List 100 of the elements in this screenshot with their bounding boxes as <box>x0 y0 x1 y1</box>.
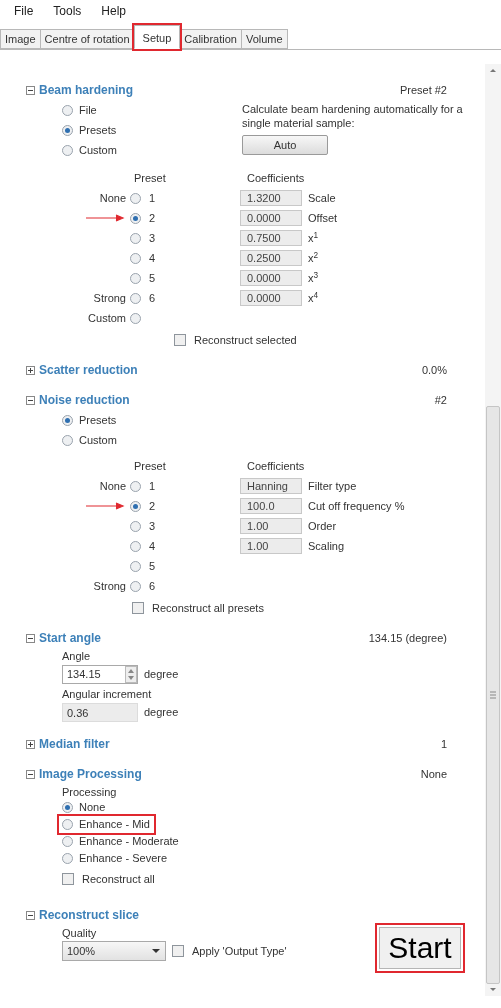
checkbox-label: Reconstruct all presets <box>152 600 264 616</box>
increment-field: 0.36 <box>62 702 138 722</box>
collapse-icon[interactable] <box>26 633 35 643</box>
collapse-icon[interactable] <box>26 910 35 920</box>
coefficient-field[interactable]: 0.7500 <box>240 230 302 246</box>
grip-icon <box>490 691 496 699</box>
menu-item[interactable]: Help <box>101 2 127 20</box>
coefficient-field[interactable]: 0.0000 <box>240 210 302 226</box>
coefficient-label: Order <box>308 518 337 534</box>
coefficient-field[interactable]: 1.3200 <box>240 190 302 206</box>
preset-number: 4 <box>149 250 156 266</box>
radio-button[interactable] <box>130 192 141 204</box>
section-title[interactable]: Start angle <box>39 629 101 647</box>
tab[interactable]: Image <box>0 29 41 49</box>
radio-button[interactable] <box>130 212 141 224</box>
coefficient-field[interactable]: 0.2500 <box>240 250 302 266</box>
menu-item[interactable]: Tools <box>53 2 82 20</box>
preset-label: None <box>99 190 126 206</box>
field-label: Angular increment <box>62 687 153 702</box>
preset-label: Strong <box>93 290 126 306</box>
checkbox-label: Reconstruct selected <box>194 332 297 348</box>
radio-button[interactable] <box>62 144 73 156</box>
preset-number: 2 <box>149 498 156 514</box>
radio-label: Presets <box>79 412 117 428</box>
coefficient-field[interactable]: 1.00 <box>240 518 302 534</box>
column-header: Coefficients <box>246 458 305 474</box>
radio-button[interactable] <box>130 500 141 512</box>
radio-button[interactable] <box>130 272 141 284</box>
preset-number: 4 <box>149 538 156 554</box>
preset-number: 6 <box>149 290 156 306</box>
checkbox[interactable] <box>62 873 74 885</box>
collapse-icon[interactable] <box>26 395 35 405</box>
radio-button[interactable] <box>130 312 141 324</box>
radio-button[interactable] <box>62 802 73 813</box>
auto-button[interactable]: Auto <box>242 135 328 155</box>
field-label: Processing <box>62 785 118 799</box>
radio-button[interactable] <box>62 434 73 446</box>
radio-button[interactable] <box>62 104 73 116</box>
radio-button[interactable] <box>62 414 73 426</box>
preset-number: 5 <box>149 270 156 286</box>
preset-number: 5 <box>149 558 156 574</box>
collapse-icon[interactable] <box>26 85 35 95</box>
coefficient-field[interactable]: 0.0000 <box>240 270 302 286</box>
section-title[interactable]: Reconstruct slice <box>39 906 140 924</box>
tab[interactable]: Calibration <box>179 29 242 49</box>
radio-button[interactable] <box>62 853 73 864</box>
radio-button[interactable] <box>130 292 141 304</box>
section-title[interactable]: Noise reduction <box>39 391 130 409</box>
radio-label: Custom <box>79 432 117 448</box>
coefficient-field[interactable]: 1.00 <box>240 538 302 554</box>
coefficient-field[interactable]: 100.0 <box>240 498 302 514</box>
checkbox[interactable] <box>172 945 184 957</box>
radio-button[interactable] <box>62 836 73 847</box>
quality-dropdown[interactable]: 100% <box>62 941 166 961</box>
preset-number: 2 <box>149 210 156 226</box>
column-header: Preset <box>133 458 164 474</box>
column-header: Preset <box>133 170 164 186</box>
expand-icon[interactable] <box>26 365 35 375</box>
preset-number: 3 <box>149 518 156 534</box>
checkbox[interactable] <box>174 334 186 346</box>
coefficient-label: Filter type <box>308 478 357 494</box>
radio-button[interactable] <box>62 819 73 830</box>
preset-number: 1 <box>149 478 156 494</box>
column-header: Coefficients <box>246 170 305 186</box>
coefficient-field[interactable]: Hanning <box>240 478 302 494</box>
coefficient-field[interactable]: 0.0000 <box>240 290 302 306</box>
dropdown-caret-icon <box>151 948 161 954</box>
spin-field[interactable]: 134.15 <box>62 664 138 684</box>
section-title[interactable]: Beam hardening <box>39 81 134 99</box>
radio-button[interactable] <box>130 252 141 264</box>
radio-button[interactable] <box>130 232 141 244</box>
section-summary: 134.15 (degree) <box>368 630 447 646</box>
scroll-thumb[interactable] <box>486 406 500 984</box>
expand-icon[interactable] <box>26 739 35 749</box>
radio-button[interactable] <box>130 540 141 552</box>
coefficient-label: Scale <box>308 190 336 206</box>
coefficient-label: Cut off frequency % <box>308 498 405 514</box>
radio-button[interactable] <box>130 480 141 492</box>
section-title[interactable]: Image Processing <box>39 765 142 783</box>
section-title[interactable]: Median filter <box>39 735 110 753</box>
tab[interactable]: Volume <box>240 29 288 49</box>
description-text: Calculate beam hardening automatically for a single material sample: <box>242 102 464 130</box>
radio-label: Enhance - Mid <box>79 817 150 833</box>
collapse-icon[interactable] <box>26 769 35 779</box>
preset-number: 6 <box>149 578 156 594</box>
menu-item[interactable]: File <box>14 2 34 20</box>
radio-button[interactable] <box>62 124 73 136</box>
tab[interactable]: Setup <box>133 25 181 49</box>
unit-label: degree <box>144 666 179 682</box>
checkbox[interactable] <box>132 602 144 614</box>
preset-number: 1 <box>149 190 156 206</box>
radio-label: Custom <box>79 142 117 158</box>
section-title[interactable]: Scatter reduction <box>39 361 138 379</box>
radio-button[interactable] <box>130 580 141 592</box>
radio-button[interactable] <box>130 520 141 532</box>
coefficient-label: Scaling <box>308 538 345 554</box>
scrollbar[interactable] <box>485 64 501 996</box>
radio-button[interactable] <box>130 560 141 572</box>
tab[interactable]: Centre of rotation <box>39 29 135 49</box>
section-summary: 0.0% <box>421 362 447 378</box>
